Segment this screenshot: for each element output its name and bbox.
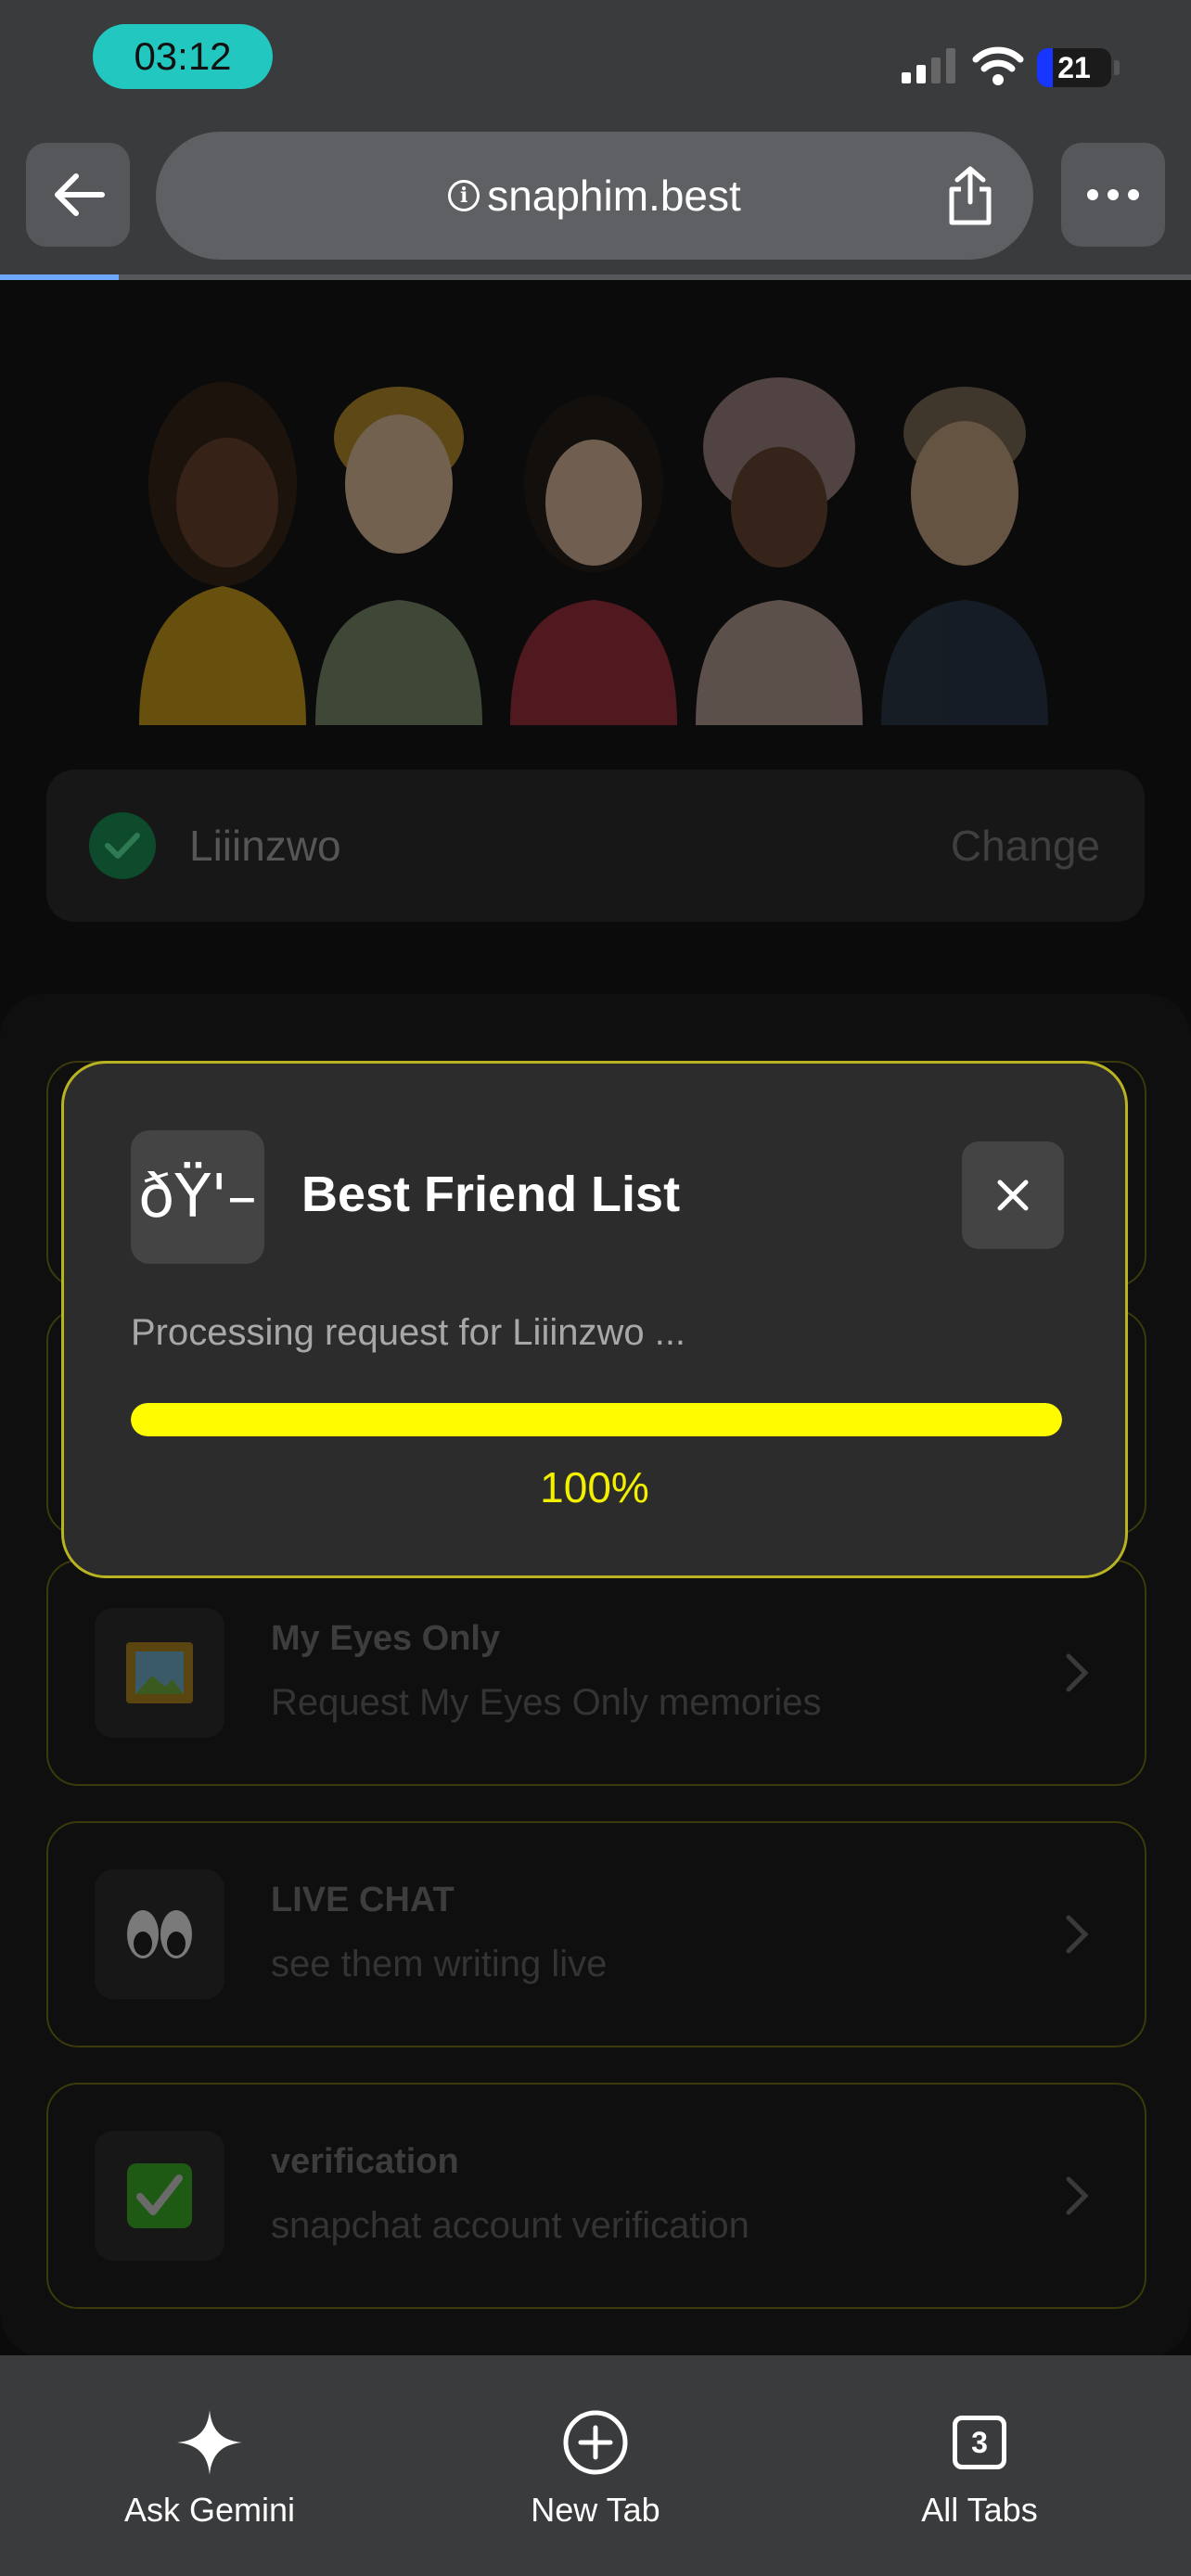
option-subtitle: see them writing live [271,1944,608,1984]
status-bar: 03:12 21 [0,0,1191,121]
chevron-right-icon [1066,1653,1089,1692]
ask-gemini-label: Ask Gemini [123,2491,296,2529]
battery-level: 21 [1057,51,1091,84]
modal-title: Best Friend List [301,1167,681,1222]
option-live-chat[interactable]: LIVE CHAT see them writing live [46,1821,1146,2047]
check-box-icon [95,2131,224,2261]
tab-count-icon: 3 [953,2416,1006,2469]
arrow-left-icon [55,173,105,216]
address-bar[interactable]: i snaphim.best [156,132,1033,260]
processing-modal: ðŸ'– Best Friend List Processing request… [61,1061,1128,1578]
browser-bottom-toolbar: Ask Gemini New Tab 3 All Tabs [0,2355,1191,2576]
browser-toolbar: i snaphim.best [0,121,1191,280]
share-icon[interactable] [944,165,996,226]
url-text: snaphim.best [487,172,741,220]
status-message: Processing request for Liiinzwo ... [131,1312,686,1353]
selected-user-row: Liiinzwo Change [46,770,1145,922]
new-tab-button[interactable]: New Tab [456,2405,735,2530]
cellular-signal-icon [902,48,955,83]
option-verification[interactable]: verification snapchat account verificati… [46,2083,1146,2309]
close-button[interactable] [962,1141,1064,1249]
option-title: verification [271,2142,459,2181]
wifi-icon [972,46,1024,85]
more-options-button[interactable] [1061,143,1165,247]
all-tabs-label: All Tabs [921,2491,1038,2529]
verified-check-icon [89,812,156,879]
progress-percent: 100% [540,1463,649,1511]
sparkle-icon [177,2410,242,2475]
picture-frame-icon [95,1608,224,1738]
progress-bar [131,1403,1062,1436]
modal-heart-icon: ðŸ'– [131,1130,264,1264]
username: Liiinzwo [189,822,341,870]
back-button[interactable] [26,143,130,247]
ask-gemini-button[interactable]: Ask Gemini [70,2405,349,2530]
progress-bar-fill [131,1403,1062,1436]
eyes-icon [95,1869,224,1999]
option-subtitle: snapchat account verification [271,2205,749,2246]
bitmoji-group-image [139,377,1048,725]
option-my-eyes-only[interactable]: My Eyes Only Request My Eyes Only memori… [46,1560,1146,1786]
chevron-right-icon [1066,2176,1089,2215]
new-tab-label: New Tab [531,2491,660,2529]
all-tabs-button[interactable]: 3 All Tabs [840,2405,1119,2530]
chevron-right-icon [1066,1915,1089,1954]
option-title: LIVE CHAT [271,1881,455,1919]
option-subtitle: Request My Eyes Only memories [271,1682,822,1723]
close-icon [997,1180,1029,1211]
option-title: My Eyes Only [271,1619,501,1658]
info-icon[interactable]: i [448,179,480,211]
clock: 03:12 [93,24,273,89]
battery-icon: 21 [1037,48,1111,87]
plus-circle-icon [563,2410,628,2475]
ellipsis-icon [1087,189,1139,200]
change-user-button[interactable]: Change [951,770,1100,922]
